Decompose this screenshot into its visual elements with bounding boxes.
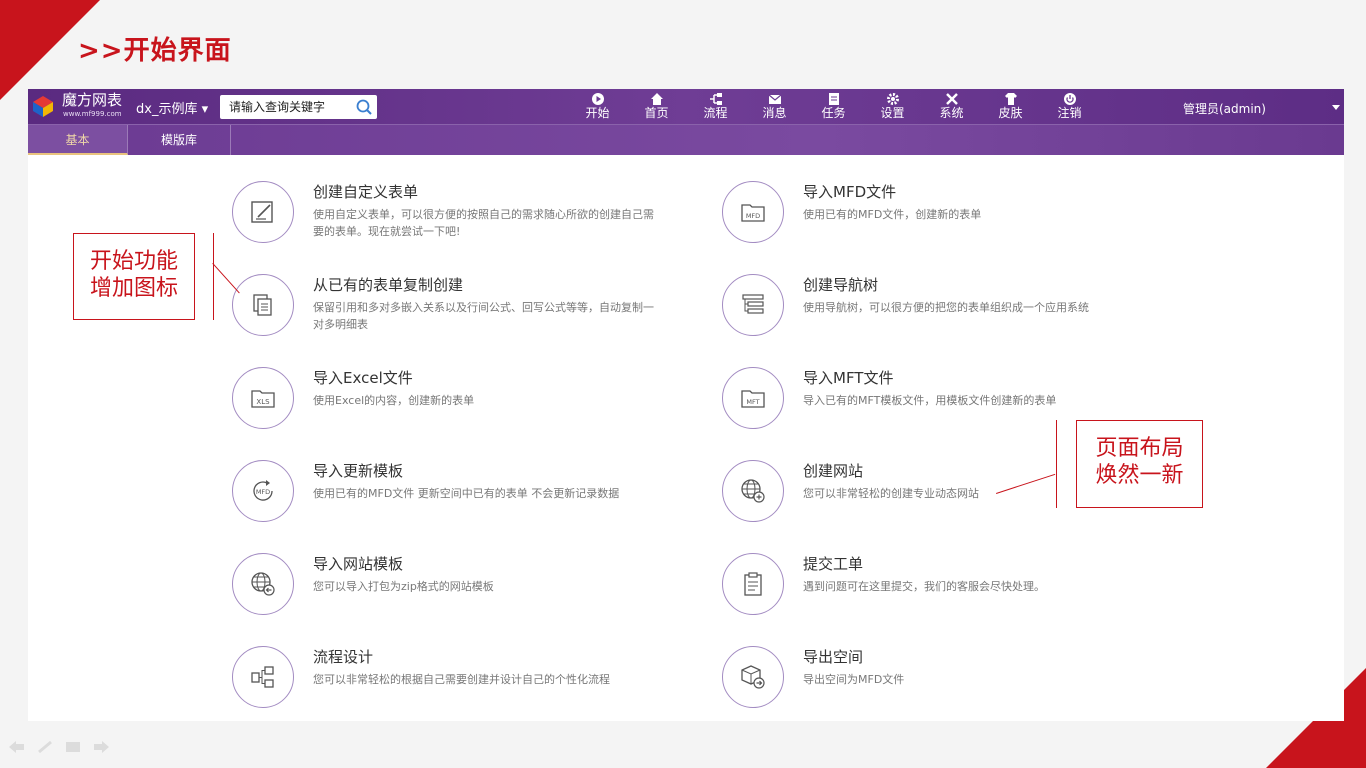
feature-title: 流程设计 [313, 648, 374, 666]
slide-title: >>开始界面 [78, 36, 232, 66]
feature-create-custom-form[interactable]: 创建自定义表单 使用自定义表单，可以很方便的按照自己的需求随心所欲的创建自己需要… [232, 181, 682, 245]
flowchart-icon [251, 666, 274, 688]
feature-title: 从已有的表单复制创建 [313, 276, 464, 294]
feature-desc: 使用已有的MFD文件 更新空间中已有的表单 不会更新记录数据 [313, 487, 620, 500]
feature-title: 导入网站模板 [313, 555, 404, 573]
feature-desc: 导入已有的MFT模板文件，用模板文件创建新的表单 [803, 394, 1057, 407]
nav-logout[interactable]: 注销 [1040, 89, 1099, 124]
tab-template-library[interactable]: 模版库 [128, 125, 231, 155]
svg-text:MFT: MFT [746, 398, 759, 406]
gear-icon [886, 93, 899, 105]
globe-import-icon [251, 572, 275, 596]
user-menu[interactable]: 管理员(admin) [1183, 100, 1266, 117]
mail-icon [768, 94, 781, 104]
nav-message[interactable]: 消息 [745, 89, 804, 124]
callout-bracket [213, 233, 214, 320]
callout-bracket [1056, 420, 1057, 508]
tab-basic[interactable]: 基本 [28, 125, 128, 155]
feature-title: 导入更新模板 [313, 462, 404, 480]
svg-text:XLS: XLS [256, 398, 270, 406]
menu-icon[interactable] [64, 740, 82, 754]
feature-import-mfd[interactable]: MFD 导入MFD文件 使用已有的MFD文件，创建新的表单 [722, 181, 1172, 245]
feature-desc: 使用自定义表单，可以很方便的按照自己的需求随心所欲的创建自己需要的表单。现在就尝… [313, 208, 654, 238]
feature-title: 创建自定义表单 [313, 183, 419, 201]
feature-title: 导出空间 [803, 648, 864, 666]
feature-title: 导入MFT文件 [803, 369, 894, 387]
feature-desc: 使用Excel的内容，创建新的表单 [313, 394, 475, 407]
nav-flow[interactable]: 流程 [686, 89, 745, 124]
user-dropdown-icon[interactable] [1332, 105, 1340, 110]
callout-left: 开始功能 增加图标 [73, 233, 195, 320]
callout-line: 增加图标 [89, 276, 178, 301]
tools-icon [945, 93, 958, 105]
flow-icon [709, 93, 722, 105]
feature-desc: 导出空间为MFD文件 [803, 673, 905, 686]
callout-right: 页面布局 焕然一新 [1076, 420, 1203, 508]
nav-start[interactable]: 开始 [568, 89, 627, 124]
mfd-refresh-icon: MFD [253, 480, 273, 501]
box-export-icon [741, 665, 765, 689]
nav-system[interactable]: 系统 [922, 89, 981, 124]
play-icon [591, 93, 604, 105]
feature-submit-ticket[interactable]: 提交工单 遇到问题可在这里提交，我们的客服会尽快处理。 [722, 553, 1172, 617]
callout-line: 焕然一新 [1095, 463, 1184, 488]
search-icon[interactable] [355, 98, 373, 116]
feature-import-excel[interactable]: XLS 导入Excel文件 使用Excel的内容，创建新的表单 [232, 367, 682, 431]
feature-desc: 您可以非常轻松的根据自己需要创建并设计自己的个性化流程 [313, 673, 610, 686]
feature-flow-design[interactable]: 流程设计 您可以非常轻松的根据自己需要创建并设计自己的个性化流程 [232, 646, 682, 710]
top-navbar: 魔方网表 www.mf999.com dx_示例库 ▾ 开始 首页 流程 [28, 89, 1344, 124]
callout-line: 开始功能 [89, 249, 178, 274]
feature-desc: 使用已有的MFD文件，创建新的表单 [803, 208, 982, 221]
feature-create-nav-tree[interactable]: 创建导航树 使用导航树，可以很方便的把您的表单组织成一个应用系统 [722, 274, 1172, 338]
edit-form-icon [251, 201, 273, 223]
logo-icon [33, 96, 53, 117]
library-select[interactable]: dx_示例库 ▾ [136, 98, 208, 117]
main-nav: 开始 首页 流程 消息 任务 设置 系统 皮肤 注销 [568, 89, 1099, 124]
feature-import-update-template[interactable]: MFD 导入更新模板 使用已有的MFD文件 更新空间中已有的表单 不会更新记录数… [232, 460, 682, 524]
arrow-right-icon[interactable] [92, 740, 110, 754]
feature-title: 提交工单 [803, 555, 864, 573]
nav-tree-icon [742, 294, 764, 314]
feature-title: 导入MFD文件 [803, 183, 897, 201]
logo-url: www.mf999.com [63, 110, 122, 118]
feature-title: 创建导航树 [803, 276, 879, 294]
nav-settings[interactable]: 设置 [863, 89, 922, 124]
feature-desc: 您可以导入打包为zip格式的网站模板 [313, 580, 494, 593]
slideshow-controls [8, 740, 110, 754]
arrow-left-icon[interactable] [8, 740, 26, 754]
pen-icon[interactable] [36, 740, 54, 754]
shirt-icon [1004, 93, 1017, 105]
globe-add-icon [741, 479, 765, 503]
feature-desc: 遇到问题可在这里提交，我们的客服会尽快处理。 [803, 580, 1045, 593]
feature-import-website-template[interactable]: 导入网站模板 您可以导入打包为zip格式的网站模板 [232, 553, 682, 617]
feature-title: 导入Excel文件 [313, 369, 413, 387]
mft-folder-icon: MFT [741, 390, 765, 408]
callout-line: 页面布局 [1095, 436, 1184, 461]
xls-folder-icon: XLS [251, 390, 275, 408]
svg-text:MFD: MFD [746, 212, 760, 220]
nav-home[interactable]: 首页 [627, 89, 686, 124]
feature-desc: 使用导航树，可以很方便的把您的表单组织成一个应用系统 [803, 301, 1089, 314]
nav-task[interactable]: 任务 [804, 89, 863, 124]
logo-text: 魔方网表 [62, 91, 123, 109]
sub-tabbar: 基本 模版库 [28, 124, 1344, 155]
home-icon [650, 93, 663, 105]
svg-text:MFD: MFD [256, 488, 270, 496]
search-input[interactable] [220, 95, 348, 119]
mfd-folder-icon: MFD [741, 204, 765, 222]
copy-icon [253, 294, 272, 316]
feature-export-space[interactable]: 导出空间 导出空间为MFD文件 [722, 646, 1172, 710]
feature-copy-form[interactable]: 从已有的表单复制创建 保留引用和多对多嵌入关系以及行间公式、回写公式等等，自动复… [232, 274, 682, 338]
task-icon [828, 93, 839, 105]
feature-title: 创建网站 [803, 462, 864, 480]
nav-skin[interactable]: 皮肤 [981, 89, 1040, 124]
clipboard-icon [744, 572, 762, 596]
power-icon [1063, 93, 1076, 105]
feature-desc: 保留引用和多对多嵌入关系以及行间公式、回写公式等等，自动复制一对多明细表 [313, 301, 654, 331]
search-box [220, 95, 377, 119]
